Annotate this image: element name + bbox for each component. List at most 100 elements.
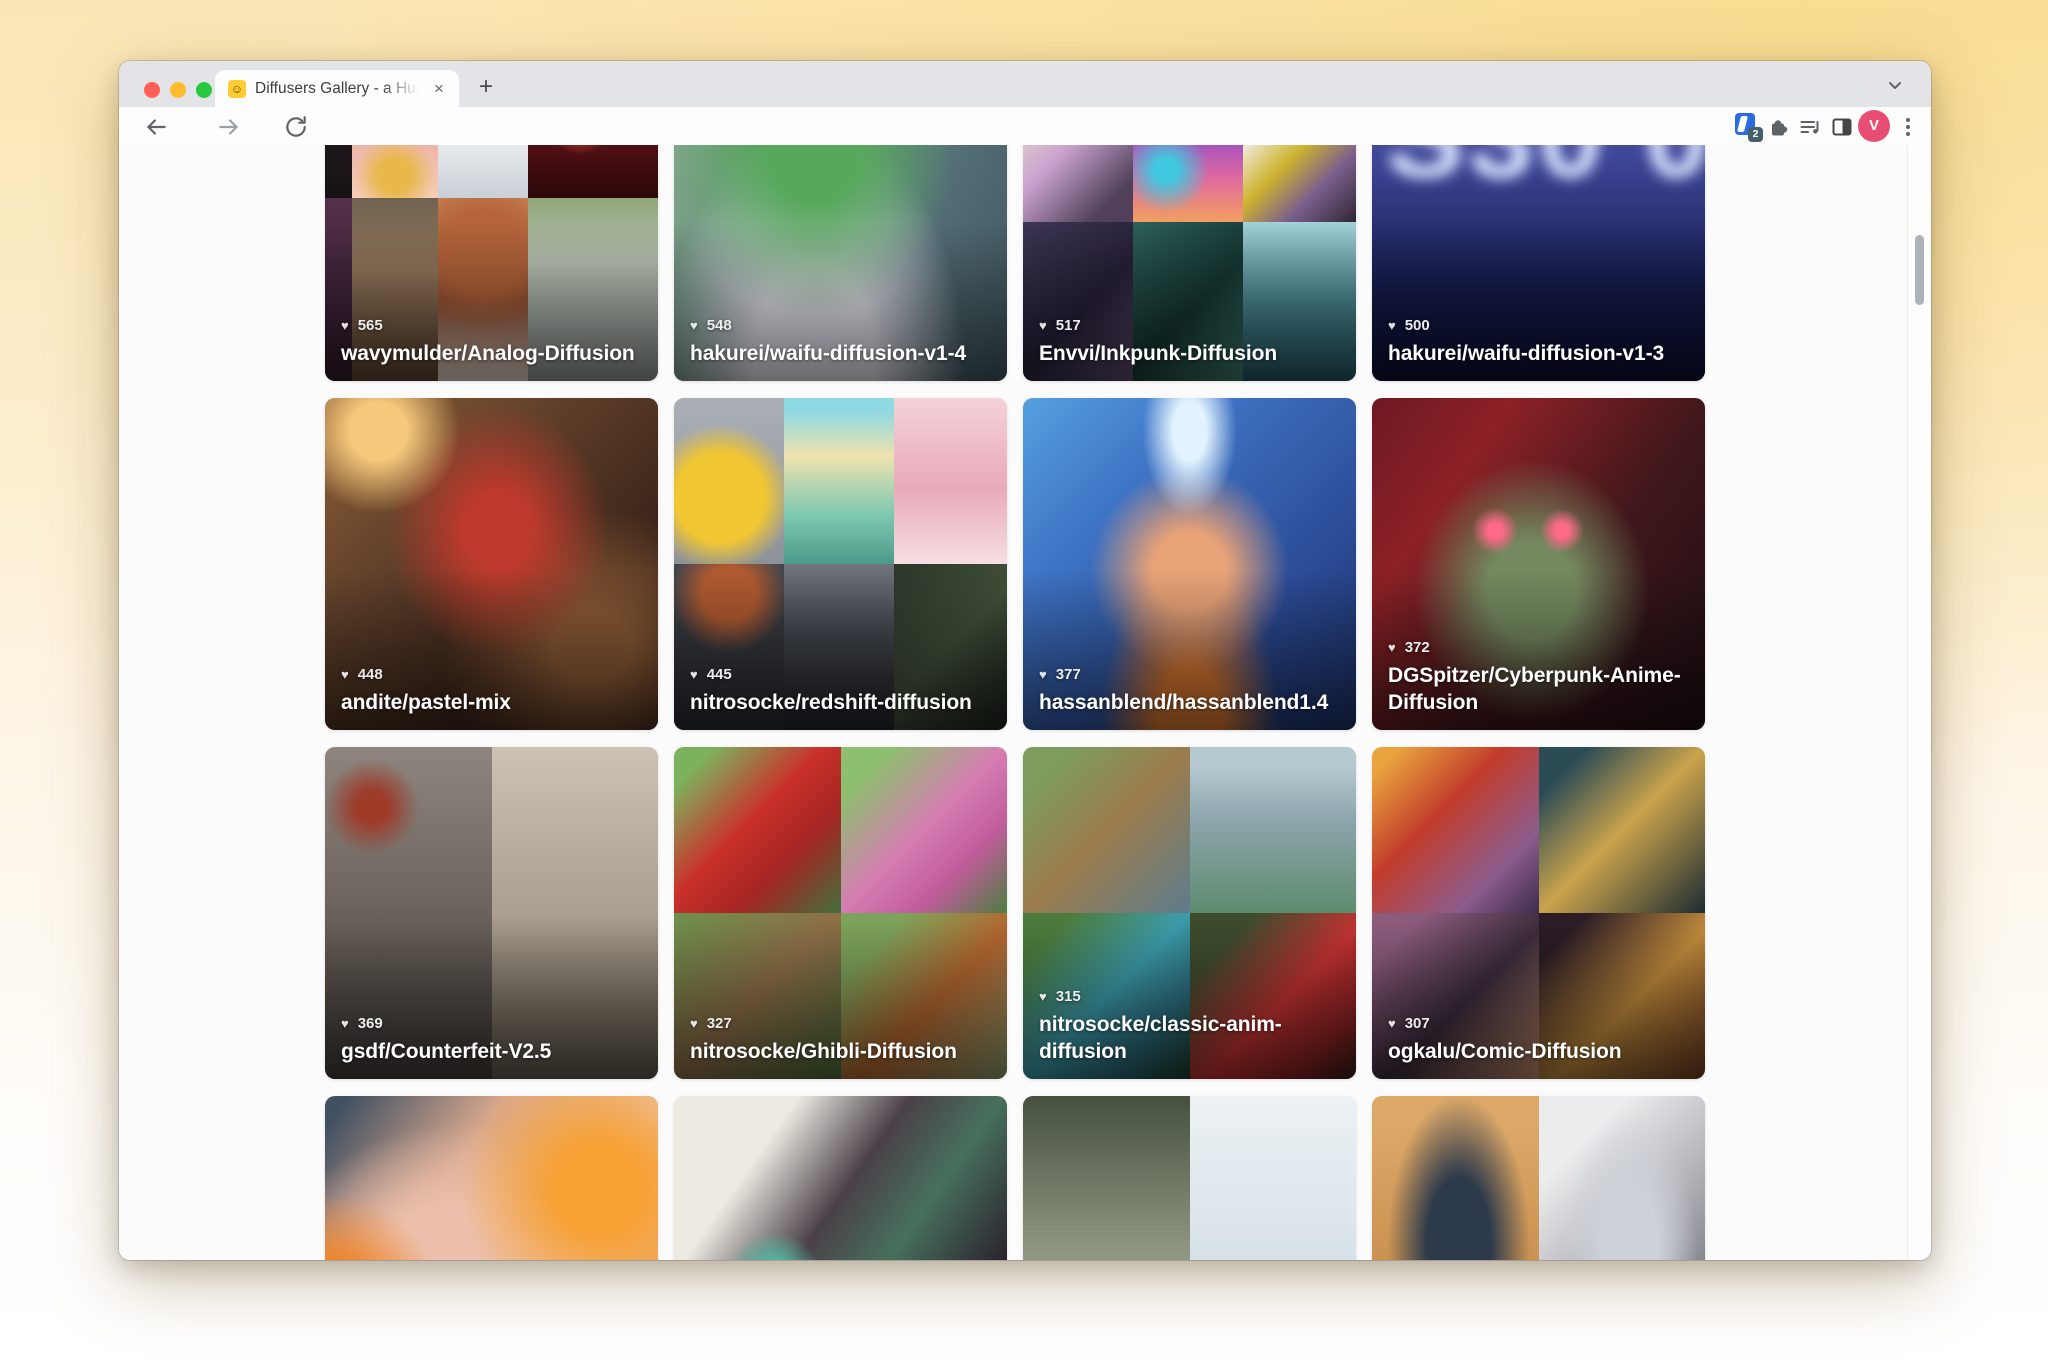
browser-tab[interactable]: ☺ Diffusers Gallery - a Hugging F × bbox=[215, 70, 459, 107]
likes-count: ♥307 bbox=[1388, 1015, 1691, 1032]
traffic-light-fullscreen[interactable] bbox=[196, 82, 212, 98]
browser-window: ☺ Diffusers Gallery - a Hugging F × + h bbox=[119, 61, 1931, 1260]
card-label: ♥ 548 hakurei/waifu-diffusion-v1-4 bbox=[690, 317, 993, 368]
heart-icon: ♥ bbox=[690, 668, 698, 681]
reload-icon[interactable] bbox=[283, 114, 309, 140]
likes-count: ♥448 bbox=[341, 666, 644, 683]
card-thumbnail-collage bbox=[1372, 1096, 1705, 1260]
heart-icon: ♥ bbox=[341, 1017, 349, 1030]
media-playlist-icon[interactable] bbox=[1798, 113, 1822, 140]
card-label: ♥ 517 Envvi/Inkpunk-Diffusion bbox=[1039, 317, 1342, 368]
heart-icon: ♥ bbox=[341, 319, 349, 332]
likes-count: ♥ 500 bbox=[1388, 317, 1691, 334]
likes-value: 448 bbox=[358, 666, 383, 683]
new-tab-button[interactable]: + bbox=[471, 73, 501, 103]
model-card[interactable] bbox=[674, 1096, 1007, 1260]
model-name: andite/pastel-mix bbox=[341, 690, 644, 717]
model-name: DGSpitzer/Cyberpunk-Anime-Diffusion bbox=[1388, 663, 1691, 717]
heart-icon: ♥ bbox=[1039, 668, 1047, 681]
scrollbar-track[interactable] bbox=[1907, 145, 1931, 1260]
model-card[interactable]: ♥377hassanblend/hassanblend1.4 bbox=[1023, 398, 1356, 730]
tab-title: Diffusers Gallery - a Hugging F bbox=[255, 79, 425, 99]
heart-icon: ♥ bbox=[1039, 319, 1047, 332]
likes-count: ♥ 517 bbox=[1039, 317, 1342, 334]
likes-value: 548 bbox=[707, 317, 732, 334]
likes-value: 327 bbox=[707, 1015, 732, 1032]
heart-icon: ♥ bbox=[690, 319, 698, 332]
likes-count: ♥315 bbox=[1039, 988, 1342, 1005]
chevron-down-icon[interactable] bbox=[1882, 73, 1908, 97]
card-label: ♥ 500 hakurei/waifu-diffusion-v1-3 bbox=[1388, 317, 1691, 368]
tab-close-icon[interactable]: × bbox=[429, 79, 449, 99]
card-label: ♥377hassanblend/hassanblend1.4 bbox=[1039, 666, 1342, 717]
extension-badge-count: 2 bbox=[1748, 127, 1763, 142]
model-name: nitrosocke/classic-anim-diffusion bbox=[1039, 1012, 1342, 1066]
likes-value: 565 bbox=[358, 317, 383, 334]
thumbnail-tile bbox=[1539, 1096, 1706, 1260]
model-card[interactable] bbox=[325, 1096, 658, 1260]
likes-value: 377 bbox=[1056, 666, 1081, 683]
tab-strip: ☺ Diffusers Gallery - a Hugging F × + bbox=[119, 61, 1931, 107]
likes-count: ♥ 372 bbox=[1388, 639, 1691, 656]
model-card[interactable]: ♥315 nitrosocke/classic-anim-diffusion bbox=[1023, 747, 1356, 1079]
model-card[interactable]: ♥ 565 wavymulder/Analog-Diffusion bbox=[325, 145, 658, 381]
traffic-light-minimize[interactable] bbox=[170, 82, 186, 98]
side-panel-icon[interactable] bbox=[1830, 113, 1854, 140]
likes-value: 445 bbox=[707, 666, 732, 683]
model-card[interactable]: ♥448 andite/pastel-mix bbox=[325, 398, 658, 730]
heart-icon: ♥ bbox=[1388, 641, 1396, 654]
likes-count: ♥369 bbox=[341, 1015, 644, 1032]
cards-grid: ♥ 565 wavymulder/Analog-Diffusion ♥ 548 hakur… bbox=[325, 145, 1705, 1260]
model-name: hakurei/waifu-diffusion-v1-3 bbox=[1388, 341, 1691, 368]
likes-count: ♥ 327 bbox=[690, 1015, 993, 1032]
model-card[interactable]: ♥ 327 nitrosocke/Ghibli-Diffusion bbox=[674, 747, 1007, 1079]
model-card[interactable]: ♥307ogkalu/Comic-Diffusion bbox=[1372, 747, 1705, 1079]
model-card[interactable]: ♥ 517 Envvi/Inkpunk-Diffusion bbox=[1023, 145, 1356, 381]
model-card[interactable]: ♥ 372 DGSpitzer/Cyberpunk-Anime-Diffusion bbox=[1372, 398, 1705, 730]
heart-icon: ♥ bbox=[1388, 319, 1396, 332]
likes-count: ♥ 445 bbox=[690, 666, 993, 683]
traffic-light-close[interactable] bbox=[144, 82, 160, 98]
extensions-puzzle-icon[interactable] bbox=[1766, 113, 1790, 140]
likes-value: 307 bbox=[1405, 1015, 1430, 1032]
card-thumbnail-collage bbox=[674, 1096, 1007, 1260]
browser-menu-icon[interactable] bbox=[1904, 116, 1912, 138]
hugging-face-favicon-icon: ☺ bbox=[228, 80, 246, 98]
card-label: ♥315 nitrosocke/classic-anim-diffusion bbox=[1039, 988, 1342, 1066]
heart-icon: ♥ bbox=[1039, 990, 1047, 1003]
model-name: wavymulder/Analog-Diffusion bbox=[341, 341, 644, 368]
model-name: nitrosocke/Ghibli-Diffusion bbox=[690, 1039, 993, 1066]
model-card[interactable]: ♥369 gsdf/Counterfeit-V2.5 bbox=[325, 747, 658, 1079]
card-label: ♥369 gsdf/Counterfeit-V2.5 bbox=[341, 1015, 644, 1066]
likes-value: 500 bbox=[1405, 317, 1430, 334]
profile-avatar[interactable]: V bbox=[1858, 110, 1890, 142]
likes-count: ♥ 548 bbox=[690, 317, 993, 334]
card-label: ♥ 327 nitrosocke/Ghibli-Diffusion bbox=[690, 1015, 993, 1066]
forward-icon[interactable] bbox=[216, 114, 242, 140]
model-card[interactable] bbox=[1023, 1096, 1356, 1260]
model-card[interactable]: ♥ 548 hakurei/waifu-diffusion-v1-4 bbox=[674, 145, 1007, 381]
card-label: ♥ 372 DGSpitzer/Cyberpunk-Anime-Diffusion bbox=[1388, 639, 1691, 717]
likes-count: ♥ 565 bbox=[341, 317, 644, 334]
back-icon[interactable] bbox=[143, 114, 169, 140]
model-card[interactable]: ♥ 445 nitrosocke/redshift-diffusion bbox=[674, 398, 1007, 730]
thumbnail-tile bbox=[674, 1096, 1007, 1260]
scrollbar-thumb[interactable] bbox=[1915, 235, 1924, 305]
model-card[interactable] bbox=[1372, 1096, 1705, 1260]
likes-value: 517 bbox=[1056, 317, 1081, 334]
card-label: ♥307ogkalu/Comic-Diffusion bbox=[1388, 1015, 1691, 1066]
thumbnail-tile bbox=[1372, 1096, 1539, 1260]
model-name: Envvi/Inkpunk-Diffusion bbox=[1039, 341, 1342, 368]
model-name: gsdf/Counterfeit-V2.5 bbox=[341, 1039, 644, 1066]
extension-icon-with-badge[interactable]: 2 bbox=[1734, 113, 1760, 139]
model-name: hakurei/waifu-diffusion-v1-4 bbox=[690, 341, 993, 368]
likes-value: 372 bbox=[1405, 639, 1430, 656]
heart-icon: ♥ bbox=[690, 1017, 698, 1030]
card-thumbnail-collage bbox=[1023, 1096, 1356, 1260]
model-name: nitrosocke/redshift-diffusion bbox=[690, 690, 993, 717]
model-card[interactable]: S30 0♥500hakurei/waifu-diffusion-v1-3 bbox=[1372, 145, 1705, 381]
card-label: ♥448 andite/pastel-mix bbox=[341, 666, 644, 717]
thumbnail-tile bbox=[1023, 1096, 1190, 1260]
page-content: ♥ 565 wavymulder/Analog-Diffusion ♥ 548 hakur… bbox=[119, 145, 1931, 1260]
likes-count: ♥ 377 bbox=[1039, 666, 1342, 683]
